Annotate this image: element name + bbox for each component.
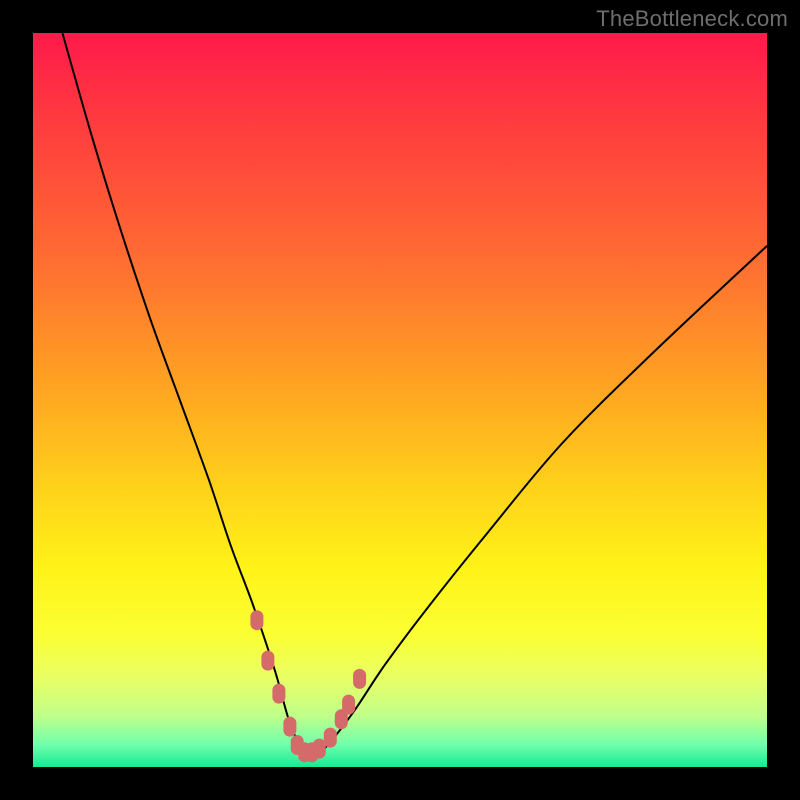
plot-area [33,33,767,767]
optimum-marker [272,684,285,704]
optimum-marker [250,610,263,630]
watermark-text: TheBottleneck.com [596,6,788,32]
optimum-marker [324,728,337,748]
optimum-marker [261,651,274,671]
optimum-marker [353,669,366,689]
optimum-marker [283,717,296,737]
optimum-marker [342,695,355,715]
bottleneck-curve-svg [33,33,767,767]
bottleneck-curve [62,33,767,755]
chart-frame: TheBottleneck.com [0,0,800,800]
